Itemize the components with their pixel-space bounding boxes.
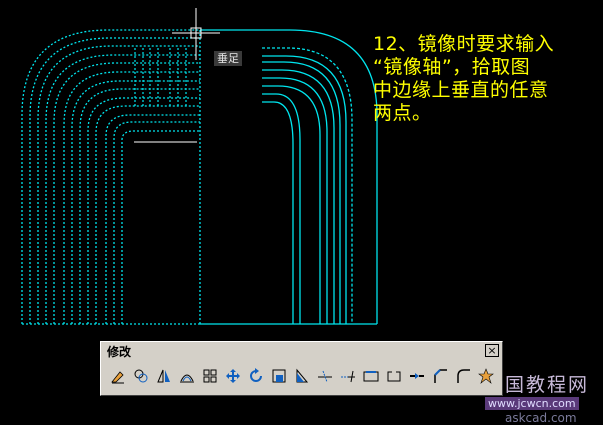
move-button[interactable] <box>222 365 244 387</box>
offset-icon <box>180 374 194 383</box>
array-icon <box>203 369 217 383</box>
instruction-caption: 12、镜像时要求输入 “镜像轴”，拾取图 中边缘上垂直的任意 两点。 <box>373 33 601 125</box>
dashed-inner-lines <box>134 48 187 106</box>
break-button[interactable] <box>383 365 405 387</box>
offset-button[interactable] <box>176 365 198 387</box>
toolbar-close-button[interactable]: × <box>485 344 499 357</box>
break-icon <box>387 370 401 382</box>
watermark-sub: askcad.com <box>505 411 577 425</box>
fillet-icon <box>457 369 470 383</box>
join-icon <box>410 373 424 379</box>
copy-icon <box>134 369 148 383</box>
trim-icon <box>318 370 332 383</box>
modify-toolbar[interactable]: 修改 × <box>100 341 503 396</box>
chamfer-button[interactable] <box>429 365 451 387</box>
mirror-button[interactable] <box>153 365 175 387</box>
scale-button[interactable] <box>268 365 290 387</box>
rotate-icon <box>250 368 262 382</box>
toolbar-button-row <box>107 365 498 389</box>
move-icon <box>226 369 240 383</box>
break-at-point-button[interactable] <box>360 365 382 387</box>
scale-icon <box>272 369 286 383</box>
caption-line: 中边缘上垂直的任意 <box>373 79 549 101</box>
chamfer-icon <box>434 369 447 383</box>
dashed-shape <box>21 29 201 325</box>
watermark-title: 国教程网 <box>505 374 590 396</box>
caption-line: 两点。 <box>373 102 432 124</box>
toolbar-title: 修改 <box>107 345 132 359</box>
crosshair-cursor <box>172 8 220 60</box>
mirror-icon <box>157 369 170 383</box>
rotate-button[interactable] <box>245 365 267 387</box>
caption-line: 12、镜像时要求输入 <box>373 33 555 55</box>
fillet-button[interactable] <box>452 365 474 387</box>
copy-button[interactable] <box>130 365 152 387</box>
stretch-icon <box>296 368 309 383</box>
solid-shape <box>200 29 378 325</box>
caption-line: “镜像轴”，拾取图 <box>373 56 531 78</box>
watermark: 国教程网 www.jcwcn.com askcad.com <box>485 364 603 425</box>
stretch-button[interactable] <box>291 365 313 387</box>
trim-button[interactable] <box>314 365 336 387</box>
extend-icon <box>341 370 355 383</box>
extend-button[interactable] <box>337 365 359 387</box>
watermark-url: www.jcwcn.com <box>485 397 579 410</box>
erase-button[interactable] <box>107 365 129 387</box>
break-at-point-icon <box>363 371 379 382</box>
array-button[interactable] <box>199 365 221 387</box>
erase-icon <box>111 371 124 384</box>
join-button[interactable] <box>406 365 428 387</box>
snap-tooltip: 垂足 <box>214 51 242 66</box>
